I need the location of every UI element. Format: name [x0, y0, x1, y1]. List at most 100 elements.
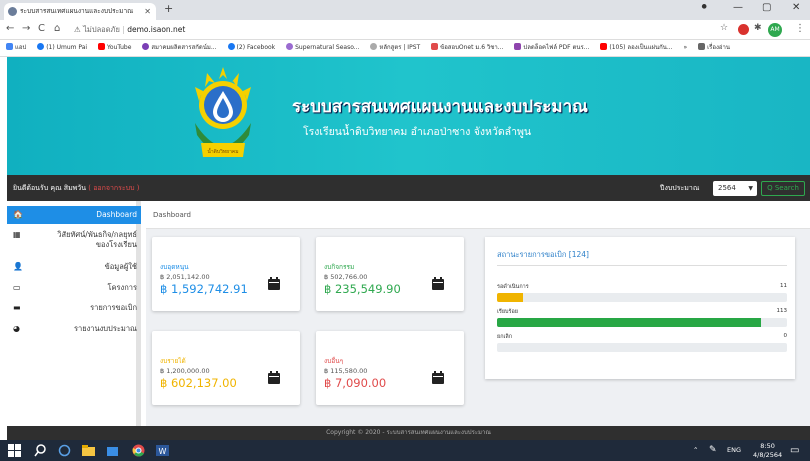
fiscal-year-value: 2564	[718, 184, 736, 192]
status-count: 0	[783, 333, 788, 339]
bookmark-item[interactable]: ปลดล็อคไฟล์ PDF ตนร...	[514, 40, 589, 56]
site-favicon-icon	[8, 7, 17, 16]
sidebar-item-label: โครงการ	[107, 283, 137, 292]
calendar-icon	[268, 277, 280, 290]
profile-dot-icon[interactable]: ⚫	[700, 2, 708, 13]
bookmark-item[interactable]: YouTube	[98, 40, 131, 56]
profile-avatar[interactable]: AM	[768, 23, 782, 37]
bookmark-item[interactable]: (105) ลองเป็นแผ่นกัน...	[600, 40, 673, 56]
status-count: 113	[776, 308, 788, 314]
breadcrumb: Dashboard	[146, 201, 810, 229]
bookmark-item[interactable]: (2) Facebook	[227, 40, 275, 56]
sidebar-item-users[interactable]: 👤 ข้อมูลผู้ใช้	[7, 259, 141, 275]
notification-icon[interactable]: ▭	[790, 440, 799, 461]
apps-grid-icon	[6, 43, 13, 50]
chrome-icon[interactable]	[132, 444, 145, 457]
budget-card-activity[interactable]: งบกิจกรรม ฿ 502,766.00 ฿ 235,549.90	[316, 237, 464, 311]
browser-tab[interactable]: ระบบสารสนเทศแผนงานและงบประมาณ ✕	[4, 3, 156, 20]
extension-icon[interactable]	[738, 24, 749, 35]
fiscal-year-label: ปีงบประมาณ	[660, 184, 700, 192]
cortana-icon[interactable]	[58, 444, 71, 457]
progress-fill	[497, 293, 523, 302]
extensions-puzzle-icon[interactable]: ✱	[754, 23, 762, 33]
tab-close-icon[interactable]: ✕	[144, 3, 151, 20]
card-title: งบอื่นๆ	[324, 357, 344, 365]
sidebar: 🏠 Dashboard ▦ วิสัยทัศน์/พันธกิจ/กลยุทธ์…	[7, 201, 141, 426]
minimize-button[interactable]: —	[733, 2, 743, 13]
welcome-message: ยินดีต้อนรับ คุณ สิมพวัน ( ออกจากระบบ )	[13, 175, 140, 201]
search-icon[interactable]	[34, 444, 47, 457]
bookmark-item[interactable]: (1) Umum Pai	[37, 40, 87, 56]
status-row-cancelled: ยกเลิก 0	[497, 333, 787, 355]
os-taskbar: W ⌃ ✎ ENG 8:50 4/8/2564 ▭	[0, 440, 810, 461]
sidebar-item-label: ข้อมูลผู้ใช้	[104, 262, 137, 271]
forward-button[interactable]: →	[22, 23, 30, 34]
card-total: ฿ 502,766.00	[324, 273, 368, 281]
windows-start-icon[interactable]	[8, 444, 21, 457]
request-status-panel: สถานะรายการขอเบิก [124] รอดำเนินการ 11 เ…	[485, 237, 795, 379]
clock[interactable]: 8:50 4/8/2564	[753, 442, 782, 460]
card-remaining: ฿ 7,090.00	[324, 376, 387, 390]
site-banner: น้ำดิบวิทยาคม ระบบสารสนเทศแผนงานและงบประ…	[7, 57, 810, 175]
list-icon: ▦	[13, 230, 21, 239]
sidebar-item-label: รายการขอเบิก	[90, 303, 137, 312]
status-row-pending: รอดำเนินการ 11	[497, 283, 787, 305]
menu-kebab-icon[interactable]: ⋮	[795, 23, 805, 34]
site-title: ระบบสารสนเทศแผนงานและงบประมาณ	[292, 97, 588, 117]
store-icon[interactable]	[106, 444, 119, 457]
file-explorer-icon[interactable]	[82, 444, 95, 457]
bookmark-item[interactable]: ข้อสอบOnet ม.6 วิชา...	[431, 40, 503, 56]
home-button[interactable]: ⌂	[54, 23, 60, 34]
calendar-icon	[432, 371, 444, 384]
bookmark-item[interactable]: สมาคมผลิตสารสกัดน์ม...	[142, 40, 217, 56]
language-indicator[interactable]: ENG	[727, 440, 741, 461]
budget-card-income[interactable]: งบรายได้ ฿ 1,200,000.00 ฿ 602,137.00	[152, 331, 300, 405]
progress-track	[497, 318, 787, 327]
sidebar-item-projects[interactable]: ▭ โครงการ	[7, 280, 141, 296]
sidebar-item-requests[interactable]: ▬ รายการขอเบิก	[7, 300, 141, 316]
bookmark-reading-list[interactable]: เรื่องอ่าน	[698, 40, 730, 56]
card-remaining: ฿ 235,549.90	[324, 282, 401, 296]
wallet-icon: ▬	[13, 303, 21, 312]
sidebar-item-dashboard[interactable]: 🏠 Dashboard	[7, 206, 141, 224]
new-tab-button[interactable]: +	[164, 2, 173, 15]
bookmark-item[interactable]: หลักสูตร | IPST	[370, 40, 420, 56]
logout-link[interactable]: ( ออกจากระบบ )	[88, 184, 139, 192]
card-remaining: ฿ 1,592,742.91	[160, 282, 248, 296]
reload-button[interactable]: C	[38, 23, 45, 34]
pen-icon[interactable]: ✎	[709, 440, 717, 461]
sidebar-item-label: วิสัยทัศน์/พันธกิจ/กลยุทธ์ ของโรงเรียน	[57, 230, 137, 249]
status-row-completed: เรียบร้อย 113	[497, 308, 787, 330]
main-content: Dashboard งบอุดหนุน ฿ 2,051,142.00 ฿ 1,5…	[146, 201, 810, 426]
address-bar: ← → C ⌂ ⚠ ไม่ปลอดภัย | demo.isaon.net ☆ …	[0, 20, 810, 40]
sidebar-item-label: รายงานงบประมาณ	[74, 324, 137, 333]
status-label: ยกเลิก	[497, 334, 513, 340]
status-label: รอดำเนินการ	[497, 284, 529, 290]
card-total: ฿ 115,580.00	[324, 367, 368, 375]
bookmark-item[interactable]: Supernatural Seaso...	[286, 40, 360, 56]
budget-card-subsidy[interactable]: งบอุดหนุน ฿ 2,051,142.00 ฿ 1,592,742.91	[152, 237, 300, 311]
status-count: 11	[780, 283, 787, 289]
close-window-button[interactable]: ✕	[792, 2, 800, 13]
chart-pie-icon: ◕	[13, 324, 20, 333]
sidebar-item-budget-report[interactable]: ◕ รายงานงบประมาณ	[7, 321, 141, 337]
svg-text:W: W	[159, 447, 167, 456]
progress-fill	[497, 318, 762, 327]
tray-overflow-icon[interactable]: ⌃	[693, 440, 698, 461]
star-icon[interactable]: ☆	[720, 23, 728, 33]
project-icon: ▭	[13, 283, 21, 292]
budget-card-other[interactable]: งบอื่นๆ ฿ 115,580.00 ฿ 7,090.00	[316, 331, 464, 405]
welcome-text: ยินดีต้อนรับ คุณ สิมพวัน	[13, 184, 87, 192]
bookmark-apps[interactable]: แอป	[6, 40, 26, 56]
search-button[interactable]: Q Search	[761, 181, 805, 196]
bookmarks-overflow[interactable]: »	[683, 40, 687, 56]
back-button[interactable]: ←	[6, 23, 14, 34]
card-title: งบกิจกรรม	[324, 263, 355, 271]
fiscal-year-select[interactable]: 2564 ▼	[713, 181, 757, 196]
maximize-button[interactable]: ▢	[762, 2, 771, 13]
word-icon[interactable]: W	[156, 444, 169, 457]
sidebar-item-vision[interactable]: ▦ วิสัยทัศน์/พันธกิจ/กลยุทธ์ ของโรงเรียน	[7, 227, 141, 253]
url-field[interactable]: ⚠ ไม่ปลอดภัย | demo.isaon.net	[74, 23, 714, 37]
card-title: งบรายได้	[160, 357, 186, 365]
card-total: ฿ 1,200,000.00	[160, 367, 210, 375]
